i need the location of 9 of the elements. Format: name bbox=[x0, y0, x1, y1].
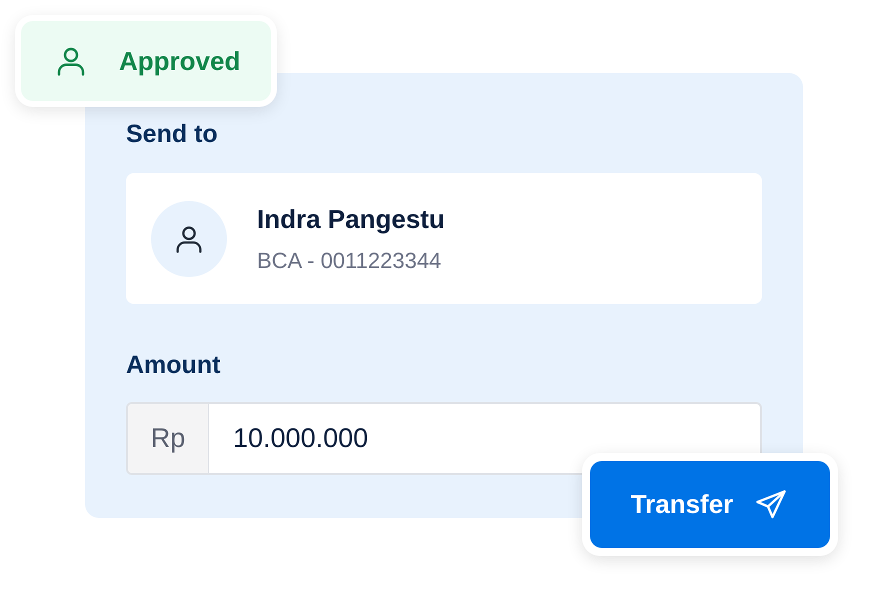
send-to-label: Send to bbox=[126, 119, 219, 149]
recipient-account: BCA - 0011223344 bbox=[257, 248, 442, 274]
badge-label: Approved bbox=[119, 46, 240, 76]
transfer-button[interactable]: Transfer bbox=[590, 461, 830, 548]
amount-label: Amount bbox=[126, 350, 222, 380]
recipient-name: Indra Pangestu bbox=[257, 204, 445, 234]
amount-field[interactable]: Rp 10.000.000 bbox=[126, 402, 762, 475]
amount-value: 10.000.000 bbox=[232, 422, 368, 455]
currency-prefix: Rp bbox=[128, 404, 209, 473]
